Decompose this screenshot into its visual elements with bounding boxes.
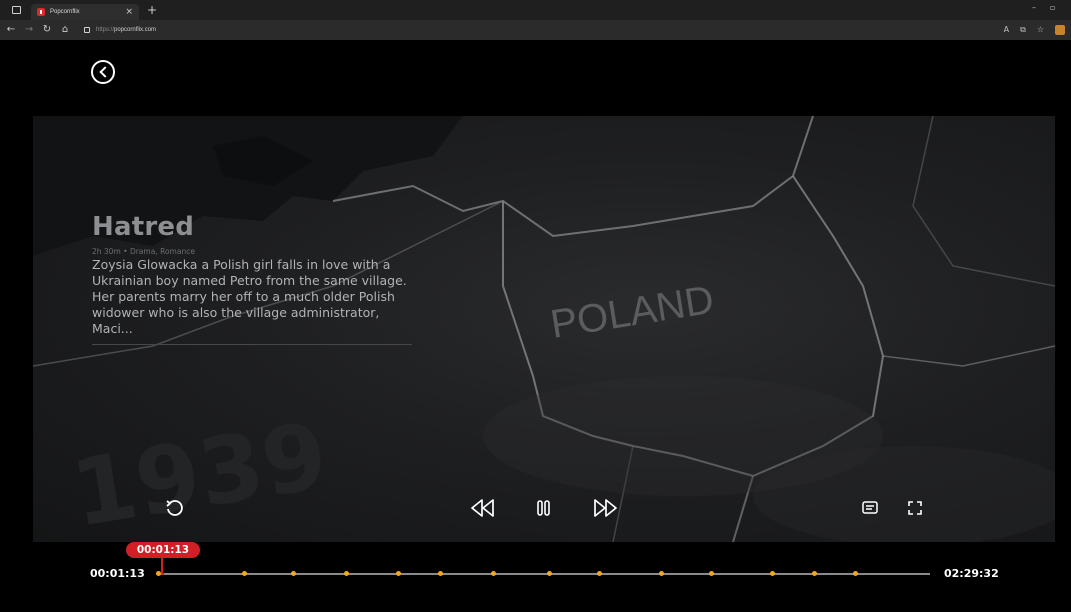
- subtitles-icon[interactable]: [861, 499, 879, 517]
- pause-icon[interactable]: [534, 498, 554, 518]
- movie-meta: 2h 30m • Drama, Romance: [92, 247, 195, 256]
- chapter-marker[interactable]: [437, 571, 443, 576]
- year-watermark: 1939: [65, 402, 335, 542]
- description-line: widower who is also the village administ…: [92, 305, 380, 336]
- map-country-label: POLAND: [548, 278, 717, 347]
- home-icon[interactable]: ⌂: [58, 25, 72, 35]
- url-scheme: https://: [96, 27, 115, 33]
- tab-title: Popcornflix: [50, 9, 80, 15]
- chapter-marker[interactable]: [344, 571, 350, 576]
- chapter-marker[interactable]: [812, 571, 818, 576]
- chapter-marker[interactable]: [658, 571, 664, 576]
- url-host: popcornflix.com: [114, 27, 157, 33]
- chapter-marker[interactable]: [769, 571, 775, 576]
- chapter-marker[interactable]: [491, 571, 497, 576]
- browser-toolbar-actions: A ⧉ ☆: [1004, 25, 1065, 35]
- time-tooltip-stem: [161, 557, 163, 573]
- refresh-icon[interactable]: ↻: [40, 25, 54, 35]
- lock-icon[interactable]: [84, 27, 90, 33]
- back-button[interactable]: [91, 60, 115, 84]
- video-player[interactable]: POLAND 1939 Hatred 2h 30m • Drama, Roman…: [0, 40, 1071, 612]
- replay-icon[interactable]: [164, 499, 184, 519]
- current-time: 00:01:13: [90, 567, 145, 580]
- url-field[interactable]: https://popcornflix.com: [96, 27, 156, 33]
- new-tab-button[interactable]: +: [147, 4, 157, 16]
- movie-title: Hatred: [92, 212, 195, 242]
- fast-forward-icon[interactable]: [592, 497, 618, 519]
- chapter-marker[interactable]: [156, 571, 161, 576]
- restore-icon[interactable]: ▫: [1050, 4, 1055, 12]
- chapter-marker[interactable]: [596, 571, 602, 576]
- chapter-marker[interactable]: [853, 571, 859, 576]
- profile-avatar[interactable]: [1055, 25, 1065, 35]
- browser-tab[interactable]: Popcornflix ×: [31, 4, 139, 20]
- description-line: Her parents marry her off to a much olde…: [92, 289, 395, 304]
- read-aloud-icon[interactable]: A: [1004, 25, 1009, 35]
- rewind-icon[interactable]: [470, 497, 496, 519]
- minimize-icon[interactable]: –: [1032, 4, 1036, 12]
- favorites-icon[interactable]: ☆: [1037, 25, 1044, 35]
- total-time: 02:29:32: [944, 567, 999, 580]
- back-nav-icon[interactable]: ←: [4, 25, 18, 35]
- movie-info-panel: Hatred 2h 30m • Drama, Romance Zoysia Gl…: [92, 212, 412, 345]
- chapter-marker[interactable]: [242, 571, 248, 576]
- video-frame[interactable]: POLAND 1939 Hatred 2h 30m • Drama, Roman…: [33, 116, 1055, 542]
- chapter-marker[interactable]: [291, 571, 297, 576]
- popcornflix-favicon-icon: [37, 8, 45, 16]
- description-line: Ukrainian boy named Petro from the same …: [92, 273, 407, 288]
- info-divider: [92, 344, 412, 345]
- forward-nav-icon[interactable]: →: [22, 25, 36, 35]
- movie-description: Zoysia Glowacka a Polish girl falls in l…: [92, 257, 412, 337]
- browser-address-bar: ← → ↻ ⌂ https://popcornflix.com A ⧉ ☆: [0, 20, 1071, 40]
- time-tooltip: 00:01:13: [126, 542, 200, 558]
- extensions-icon[interactable]: ⧉: [1020, 25, 1026, 35]
- chapter-marker[interactable]: [708, 571, 714, 576]
- chapter-marker[interactable]: [546, 571, 552, 576]
- chapter-marker[interactable]: [396, 571, 402, 576]
- browser-tab-bar: Popcornflix × + – ▫: [0, 0, 1071, 20]
- tab-close-icon[interactable]: ×: [125, 7, 133, 17]
- timeline: 00:01:13 00:01:13 02:29:32: [0, 542, 1071, 612]
- description-line: Zoysia Glowacka a Polish girl falls in l…: [92, 257, 391, 272]
- tab-actions-icon[interactable]: [12, 6, 21, 14]
- fullscreen-icon[interactable]: [906, 499, 924, 517]
